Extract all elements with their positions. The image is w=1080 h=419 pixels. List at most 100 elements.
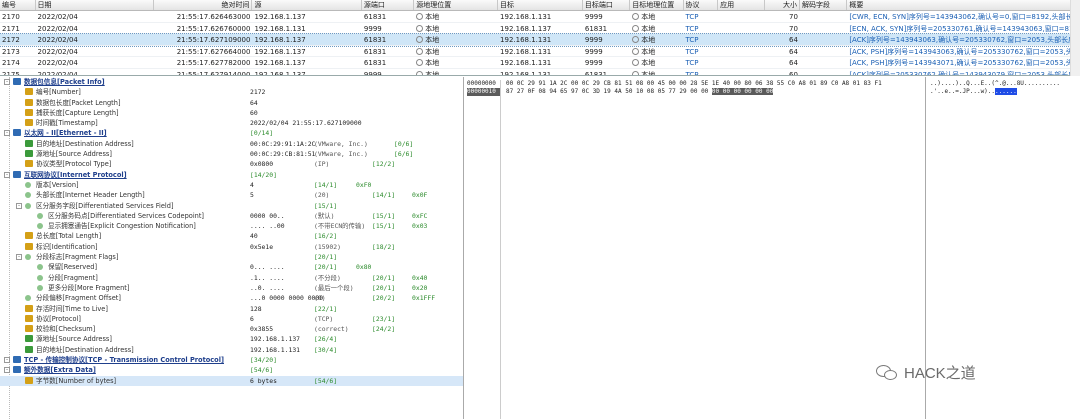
tree-field[interactable]: 区分服务码点[Differentiated Services Codepoint… <box>0 211 463 221</box>
column-header[interactable]: 源地理位置 <box>414 0 499 10</box>
table-cell-dport: 9999 <box>584 13 603 21</box>
collapse-toggle-icon[interactable]: - <box>4 171 10 178</box>
tree-field[interactable]: 分段[Fragment] .1.. .... (不分段) [20/1] 0x40 <box>0 273 463 283</box>
table-cell-sgeo: 本地 <box>414 46 498 57</box>
column-header[interactable]: 目标端口 <box>583 0 631 10</box>
column-header[interactable]: 目标地理位置 <box>630 0 684 10</box>
tree-field[interactable]: 编号[Number] 2172 <box>0 87 463 97</box>
tree-field[interactable]: 版本[Version] 4 [14/1] 0xF0 <box>0 180 463 190</box>
tree-field[interactable]: 头部长度[Internet Header Length] 5 (20) [14/1] 0… <box>0 190 463 200</box>
collapse-toggle-icon[interactable]: - <box>4 367 10 374</box>
address-icon <box>25 150 33 158</box>
tree-label: 区分服务码点[Differentiated Services Codepoint… <box>48 211 204 220</box>
tree-byte-range: [20/2] <box>372 294 396 303</box>
tree-value: 60 <box>250 108 258 117</box>
column-header[interactable]: 概要 <box>847 0 1080 10</box>
table-row[interactable]: 2173 2022/02/04 21:55:17.627664000 192.168.… <box>0 46 1080 58</box>
tree-field[interactable]: 捕获长度[Capture Length] 60 <box>0 108 463 118</box>
globe-icon <box>416 47 424 55</box>
table-cell-dst: 192.168.1.131 <box>500 70 552 76</box>
globe-icon <box>632 36 640 44</box>
table-cell-date: 2022/02/04 <box>37 24 78 33</box>
address-icon <box>25 335 33 343</box>
tree-field[interactable]: - 区分服务字段[Differentiated Services Field] [1… <box>0 201 463 211</box>
field-icon <box>25 119 33 127</box>
tree-field[interactable]: 源地址[Source Address] 00:0C:29:CB:81:51 (VMw… <box>0 149 463 159</box>
table-cell-app <box>718 23 765 34</box>
column-header[interactable]: 协议 <box>684 0 719 10</box>
tree-field[interactable]: 数据包长度[Packet Length] 64 <box>0 98 463 108</box>
tree-note: (不带ECN的传输) <box>314 222 366 231</box>
table-cell-dst: 192.168.1.131 <box>500 59 552 68</box>
tree-field[interactable]: 时间戳[Timestamp] 2022/02/04 21:55:17.627109… <box>0 118 463 128</box>
tree-label: 更多分段[More Fragment] <box>48 283 130 292</box>
tree-note: (TCP) <box>314 314 334 323</box>
column-header[interactable]: 源端口 <box>362 0 415 10</box>
hex-bytes-line[interactable]: 00 0C 29 91 1A 2C 00 0C 29 CB 81 51 08 0… <box>506 80 882 88</box>
hex-bytes-line[interactable]: 87 27 0F 08 94 65 97 0C 3D 19 4A 50 10 0… <box>506 88 774 96</box>
tree-section[interactable]: - 以太网 - II[Ethernet - II] [0/14] <box>0 128 463 138</box>
table-row[interactable]: 2174 2022/02/04 21:55:17.627782000 192.168.… <box>0 57 1080 69</box>
tree-field[interactable]: 源地址[Source Address] 192.168.1.137 [26/4] <box>0 334 463 344</box>
tree-field[interactable]: 目的地址[Destination Address] 192.168.1.131 [3… <box>0 345 463 355</box>
table-cell-src: 192.168.1.137 <box>254 70 306 76</box>
hex-bytes-selected: 00 00 00 00 00 00 <box>711 88 774 95</box>
column-header[interactable]: 绝对时间 <box>154 0 253 10</box>
collapse-toggle-icon[interactable]: - <box>16 254 22 261</box>
tree-byte-range: [20/1] <box>314 263 338 272</box>
table-cell-summary: [CWR, ECN, SYN]序列号=143943062,确认号=0,窗口=81… <box>849 13 1080 21</box>
tree-label: 源地址[Source Address] <box>36 335 112 344</box>
hex-dump-pane[interactable]: 00000000 00000010 00 0C 29 91 1A 2C 00 0… <box>466 77 922 419</box>
collapse-toggle-icon[interactable]: - <box>4 357 10 364</box>
ascii-line[interactable]: ..)....)..Q...E..(^.@...8U.......... <box>930 80 1060 88</box>
tree-note: (15902) <box>314 242 341 251</box>
tree-field[interactable]: 显示拥塞通告[Explicit Congestion Notification]… <box>0 221 463 231</box>
collapse-toggle-icon[interactable]: - <box>4 79 10 85</box>
collapse-toggle-icon[interactable]: - <box>4 130 10 137</box>
column-header[interactable]: 应用 <box>718 0 766 10</box>
protocol-icon <box>13 78 21 85</box>
packet-list-table[interactable]: 编号 日期 绝对时间源源端口 源地理位置 目标 目标端口 目标地理位置 协议 应用 大小 解码字段概… <box>0 0 1080 76</box>
tree-section[interactable]: - 额外数据[Extra Data] [54/6] <box>0 365 463 375</box>
tree-value: 5 <box>250 191 254 200</box>
column-header[interactable]: 编号 <box>0 0 36 10</box>
table-row[interactable]: 2172 2022/02/04 21:55:17.627109000 192.168.… <box>0 33 1080 47</box>
column-header[interactable]: 目标 <box>498 0 583 10</box>
table-cell-date: 2022/02/04 <box>37 47 78 56</box>
tree-field[interactable]: 分段偏移[Fragment Offset] ...0 0000 0000 0000… <box>0 293 463 303</box>
tree-field[interactable]: 目的地址[Destination Address] 00:0C:29:91:1A:… <box>0 139 463 149</box>
column-header[interactable]: 日期 <box>36 0 154 10</box>
tree-field[interactable]: 保留[Reserved] 0... .... [20/1] 0x80 <box>0 262 463 272</box>
table-cell-sgeo: 本地 <box>414 23 498 34</box>
tree-field[interactable]: 更多分段[More Fragment] ..0. .... (最后一个段) [20/1… <box>0 283 463 293</box>
ascii-line[interactable]: .'..e..=.JP...w)........ <box>930 88 1017 96</box>
tree-byte-range: [16/2] <box>314 232 338 241</box>
tree-field[interactable]: 总长度[Total Length] 40 [16/2] <box>0 231 463 241</box>
table-row[interactable]: 2175 2022/02/04 21:55:17.627914000 192.168.… <box>0 69 1080 76</box>
tree-section[interactable]: - TCP - 传输控制协议[TCP - Transmission Control… <box>0 355 463 365</box>
table-cell-summary: [ACK]序列号=205330762,确认号=143943079,窗口=2053… <box>849 70 1080 76</box>
table-cell-dport: 61831 <box>584 24 608 33</box>
table-cell-time: 21:55:17.627109000 <box>176 36 251 45</box>
table-row[interactable]: 2171 2022/02/04 21:55:17.626760000 192.168.… <box>0 23 1080 35</box>
column-header[interactable]: 源 <box>252 0 362 10</box>
tree-field[interactable]: 字节数[Number of bytes] 6 bytes [54/6] <box>0 375 463 386</box>
column-header[interactable]: 解码字段 <box>800 0 848 10</box>
tree-field[interactable]: 存活时间[Time to Live] 128 [22/1] <box>0 304 463 314</box>
column-header[interactable]: 大小 <box>765 0 801 10</box>
tree-section[interactable]: - 互联网协议[Internet Protocol] [14/20] <box>0 170 463 180</box>
collapse-toggle-icon[interactable]: - <box>16 202 22 209</box>
tree-field[interactable]: 协议[Protocol] 6 (TCP) [23/1] <box>0 314 463 324</box>
table-row[interactable]: 2170 2022/02/04 21:55:17.626463000 192.168.… <box>0 11 1080 23</box>
tree-section[interactable]: - 数据包信息[Packet Info] <box>0 77 463 87</box>
tree-byte-range: [0/6] <box>394 139 414 148</box>
bitfield-icon <box>25 192 31 199</box>
table-cell-proto: TCP <box>685 24 699 33</box>
tree-field[interactable]: - 分段标志[Fragment Flags] [20/1] <box>0 252 463 262</box>
tree-field[interactable]: 校验和[Checksum] 0x3855 (correct) [24/2] <box>0 324 463 334</box>
tree-field[interactable]: 标识[Identification] 0x5e1e (15902) [18/2] <box>0 242 463 252</box>
protocol-tree-pane[interactable]: - 数据包信息[Packet Info] 编号[Number] 2172 数据包长度[P… <box>0 77 464 419</box>
tree-bitmask: 0x80 <box>356 263 372 272</box>
packet-list-scrollbar[interactable] <box>1070 0 1080 76</box>
tree-field[interactable]: 协议类型[Protocol Type] 0x0800 (IP) [12/2] <box>0 159 463 169</box>
